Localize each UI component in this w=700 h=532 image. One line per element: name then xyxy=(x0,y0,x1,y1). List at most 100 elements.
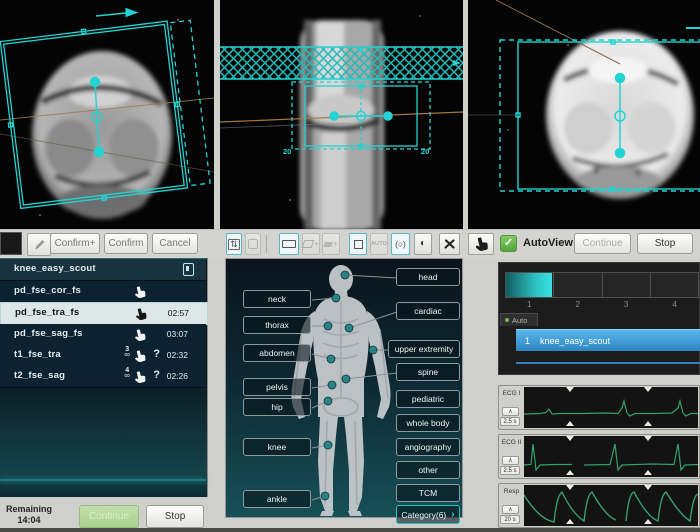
toolbar-divider xyxy=(266,235,267,253)
hand-cursor-icon xyxy=(473,236,489,253)
auto-label: AUTO xyxy=(371,241,387,247)
protocol-name: t2_fse_sag xyxy=(14,370,65,381)
grab-hand-button[interactable] xyxy=(468,233,494,255)
region-button-abdomen[interactable]: abdomen xyxy=(243,344,311,362)
region-button-hip[interactable]: hip xyxy=(243,398,311,416)
cancel-button[interactable]: Cancel xyxy=(152,233,198,254)
viewport-coronal-middle[interactable] xyxy=(220,0,463,229)
protocol-row[interactable]: t2_fse_sag 4∞ ? 02:26 xyxy=(0,366,206,388)
region-button-head[interactable]: head xyxy=(396,268,460,286)
check-icon: ✓ xyxy=(504,237,513,249)
add-sat-band-button[interactable]: + xyxy=(322,233,340,255)
protocol-name: knee_easy_scout xyxy=(14,263,96,274)
protocol-row-active[interactable]: knee_easy_scout xyxy=(0,259,206,281)
resp-wave-area xyxy=(524,485,698,526)
band-plus-icon xyxy=(324,242,334,247)
continue-button-top[interactable]: Continue xyxy=(574,233,631,254)
ecg1-expand-button[interactable]: ∧ xyxy=(502,407,519,416)
fov-rect-button[interactable] xyxy=(279,233,299,255)
copy-view-button[interactable] xyxy=(245,233,261,255)
region-button-pediatric[interactable]: pediatric xyxy=(396,390,460,408)
link-icon: ∞ xyxy=(124,351,130,359)
shim-volume-button[interactable] xyxy=(349,233,367,255)
edit-pencil-button[interactable] xyxy=(27,233,51,256)
chevron-up-icon: ∧ xyxy=(508,507,512,513)
direction-arrow-icon xyxy=(96,9,137,17)
region-button-spine[interactable]: spine xyxy=(396,363,460,381)
green-dot-icon xyxy=(505,318,509,322)
scanning-status-icon xyxy=(183,263,194,276)
autoview-label: AutoView xyxy=(523,237,573,249)
remaining-label: Remaining xyxy=(0,504,58,514)
protocol-row[interactable]: pd_fse_sag_fs 03:07 xyxy=(0,324,206,346)
auto-tab[interactable]: Auto xyxy=(500,313,538,326)
dark-tool-button[interactable] xyxy=(0,232,22,255)
region-button-angiography[interactable]: angiography xyxy=(396,438,460,456)
wrench-icon xyxy=(443,238,456,250)
ecg1-label: ECG I xyxy=(501,390,522,397)
region-button-tcm[interactable]: TCM xyxy=(396,484,460,502)
ecg1-scale[interactable]: 2.5 s xyxy=(500,417,520,426)
mri-console-screen: 20 20 Confirm+ Confirm Cancel ⇅ + + AUTO… xyxy=(0,0,700,532)
tools-button[interactable] xyxy=(439,233,460,255)
auto-position-button[interactable]: AUTO xyxy=(370,233,388,255)
isocenter-button[interactable]: (○) xyxy=(391,233,410,255)
confirm-plus-button[interactable]: Confirm+ xyxy=(50,233,100,254)
continue-button-footer[interactable]: Continue xyxy=(79,505,139,528)
resp-scale[interactable]: 20 s xyxy=(500,515,520,524)
protocol-row-selected[interactable]: pd_fse_tra_fs 02:57 xyxy=(0,302,208,325)
rectangle-icon xyxy=(282,240,296,248)
ecg2-scale[interactable]: 2.5 s xyxy=(500,466,520,475)
protocol-name: pd_fse_sag_fs xyxy=(14,328,83,339)
protocol-time: 02:32 xyxy=(158,350,188,360)
region-button-knee[interactable]: knee xyxy=(243,438,311,456)
mri-axial-bright-image xyxy=(468,0,700,229)
blank-page-icon xyxy=(248,239,258,249)
region-button-thorax[interactable]: thorax xyxy=(243,316,311,334)
resp-expand-button[interactable]: ∧ xyxy=(502,505,519,514)
region-button-whole-body[interactable]: whole body xyxy=(396,414,460,432)
chevron-up-icon: ∧ xyxy=(508,409,512,415)
protocol-row[interactable]: pd_fse_cor_fs xyxy=(0,281,206,303)
viewport-axial-left[interactable] xyxy=(0,0,214,229)
region-button-ankle[interactable]: ankle xyxy=(243,490,311,508)
stop-button-top[interactable]: Stop xyxy=(637,233,693,254)
ecg2-trace xyxy=(524,436,698,477)
resp-label: Resp xyxy=(501,488,522,495)
tilt-plus-icon xyxy=(302,240,315,248)
ecg2-wave-area xyxy=(524,436,698,477)
contrast-icon: ◐ xyxy=(420,239,426,249)
resp-trace xyxy=(524,485,698,526)
chevron-up-icon: ∧ xyxy=(508,458,512,464)
queue-item-knee-easy-scout[interactable]: 1 knee_easy_scout xyxy=(516,329,700,351)
viewport-axial-right[interactable] xyxy=(468,0,700,229)
layout-fit-button[interactable]: ⇅ xyxy=(226,233,242,255)
category-button[interactable]: Category(6) › xyxy=(396,505,460,524)
isocenter-icon: (○) xyxy=(395,239,406,249)
confirm-button[interactable]: Confirm xyxy=(104,233,148,254)
timeline-tick-labels: 1 2 3 4 xyxy=(505,300,699,309)
region-button-other[interactable]: other xyxy=(396,461,460,479)
stop-button-footer[interactable]: Stop xyxy=(146,505,204,528)
link-group-indicator: 4∞ xyxy=(124,367,130,380)
saturation-band-overlay xyxy=(220,47,463,79)
mri-coronal-image xyxy=(220,0,463,229)
panel-progress-line xyxy=(0,479,206,481)
protocol-row[interactable]: t1_fse_tra 3∞ ? 02:32 xyxy=(0,345,206,367)
region-button-upper-extremity[interactable]: upper extremity xyxy=(388,340,460,358)
region-button-neck[interactable]: neck xyxy=(243,290,311,308)
window-level-button[interactable]: ◐ xyxy=(414,233,432,255)
swap-arrows-icon: ⇅ xyxy=(228,239,240,250)
bottom-edge-bar xyxy=(0,528,700,532)
ecg1-wave-area xyxy=(524,387,698,428)
small-square-icon xyxy=(354,240,363,249)
region-button-pelvis[interactable]: pelvis xyxy=(243,378,311,396)
autoview-checkbox[interactable]: ✓ xyxy=(500,235,517,252)
queue-item-name: knee_easy_scout xyxy=(540,336,610,346)
add-slice-group-button[interactable]: + xyxy=(302,233,320,255)
fov-size-label-left: 20 xyxy=(283,147,291,156)
region-button-cardiac[interactable]: cardiac xyxy=(396,302,460,320)
ecg2-expand-button[interactable]: ∧ xyxy=(502,456,519,465)
chevron-right-icon: › xyxy=(451,509,454,520)
timeline-progress-fill xyxy=(506,273,552,297)
